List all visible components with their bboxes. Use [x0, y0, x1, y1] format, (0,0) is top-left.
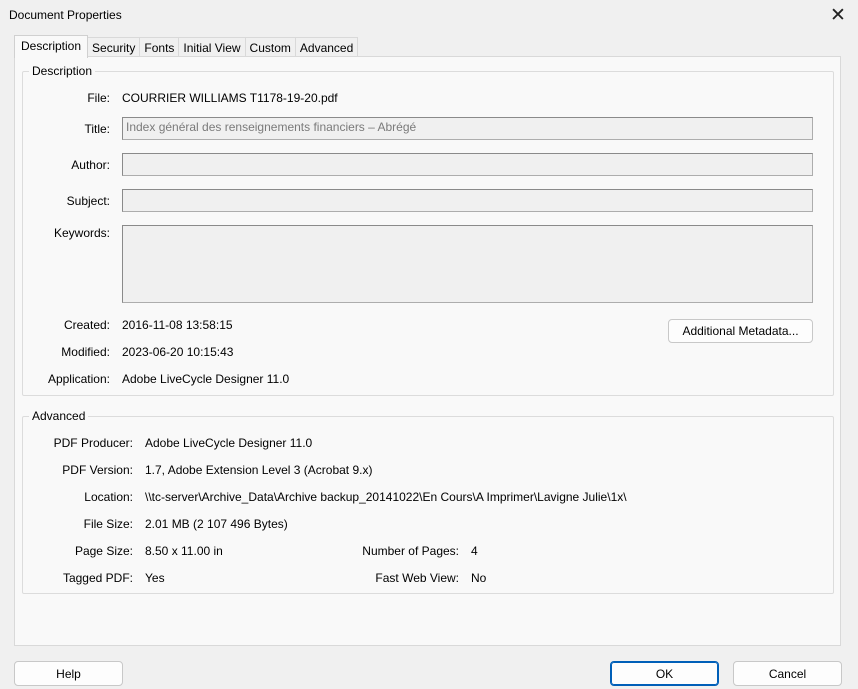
file-size-label: File Size: [83, 517, 133, 531]
advanced-group-label: Advanced [29, 409, 89, 423]
location-value: \\tc-server\Archive_Data\Archive backup_… [145, 490, 627, 504]
ok-button[interactable]: OK [610, 661, 719, 686]
application-value: Adobe LiveCycle Designer 11.0 [122, 372, 290, 386]
window-title: Document Properties [9, 8, 122, 22]
page-size-value: 8.50 x 11.00 in [145, 544, 223, 558]
location-label: Location: [84, 490, 133, 504]
fast-web-view-label: Fast Web View: [375, 571, 459, 585]
file-size-value: 2.01 MB (2 107 496 Bytes) [145, 517, 288, 531]
tab-panel: Description File: COURRIER WILLIAMS T117… [14, 56, 841, 646]
cancel-button[interactable]: Cancel [733, 661, 842, 686]
additional-metadata-button[interactable]: Additional Metadata... [668, 319, 813, 343]
pdf-producer-value: Adobe LiveCycle Designer 11.0 [145, 436, 313, 450]
keywords-label: Keywords: [53, 226, 110, 240]
pdf-producer-label: PDF Producer: [53, 436, 133, 450]
title-bar: Document Properties ✕ [0, 0, 858, 30]
tab-advanced[interactable]: Advanced [294, 37, 359, 58]
title-field[interactable]: Index général des renseignements financi… [122, 117, 813, 140]
author-field[interactable] [122, 153, 813, 176]
modified-value: 2023-06-20 10:15:43 [122, 345, 234, 359]
tab-bar: Description Security Fonts Initial View … [14, 35, 359, 58]
description-group: Description File: COURRIER WILLIAMS T117… [22, 64, 834, 396]
description-group-label: Description [29, 64, 96, 78]
pdf-version-value: 1.7, Adobe Extension Level 3 (Acrobat 9.… [145, 463, 373, 477]
page-size-label: Page Size: [74, 544, 133, 558]
number-of-pages-label: Number of Pages: [362, 544, 459, 558]
author-label: Author: [71, 158, 110, 172]
application-label: Application: [47, 372, 110, 386]
file-value: COURRIER WILLIAMS T1178-19-20.pdf [122, 91, 338, 105]
keywords-field[interactable] [122, 225, 813, 303]
file-label: File: [87, 91, 110, 105]
tab-fonts[interactable]: Fonts [139, 37, 180, 58]
created-value: 2016-11-08 13:58:15 [122, 318, 233, 332]
tab-custom[interactable]: Custom [244, 37, 296, 58]
title-label: Title: [84, 122, 110, 136]
help-button[interactable]: Help [14, 661, 123, 686]
tagged-pdf-value: Yes [145, 571, 165, 585]
pdf-version-label: PDF Version: [62, 463, 133, 477]
number-of-pages-value: 4 [471, 544, 478, 558]
tab-security[interactable]: Security [87, 37, 141, 58]
tab-description[interactable]: Description [14, 35, 89, 58]
modified-label: Modified: [61, 345, 110, 359]
close-icon: ✕ [830, 4, 846, 26]
subject-field[interactable] [122, 189, 813, 212]
created-label: Created: [63, 318, 110, 332]
subject-label: Subject: [66, 194, 110, 208]
fast-web-view-value: No [471, 571, 487, 585]
tagged-pdf-label: Tagged PDF: [62, 571, 133, 585]
tab-initial-view[interactable]: Initial View [178, 37, 246, 58]
advanced-group: Advanced PDF Producer: Adobe LiveCycle D… [22, 409, 834, 594]
close-button[interactable]: ✕ [826, 4, 850, 26]
